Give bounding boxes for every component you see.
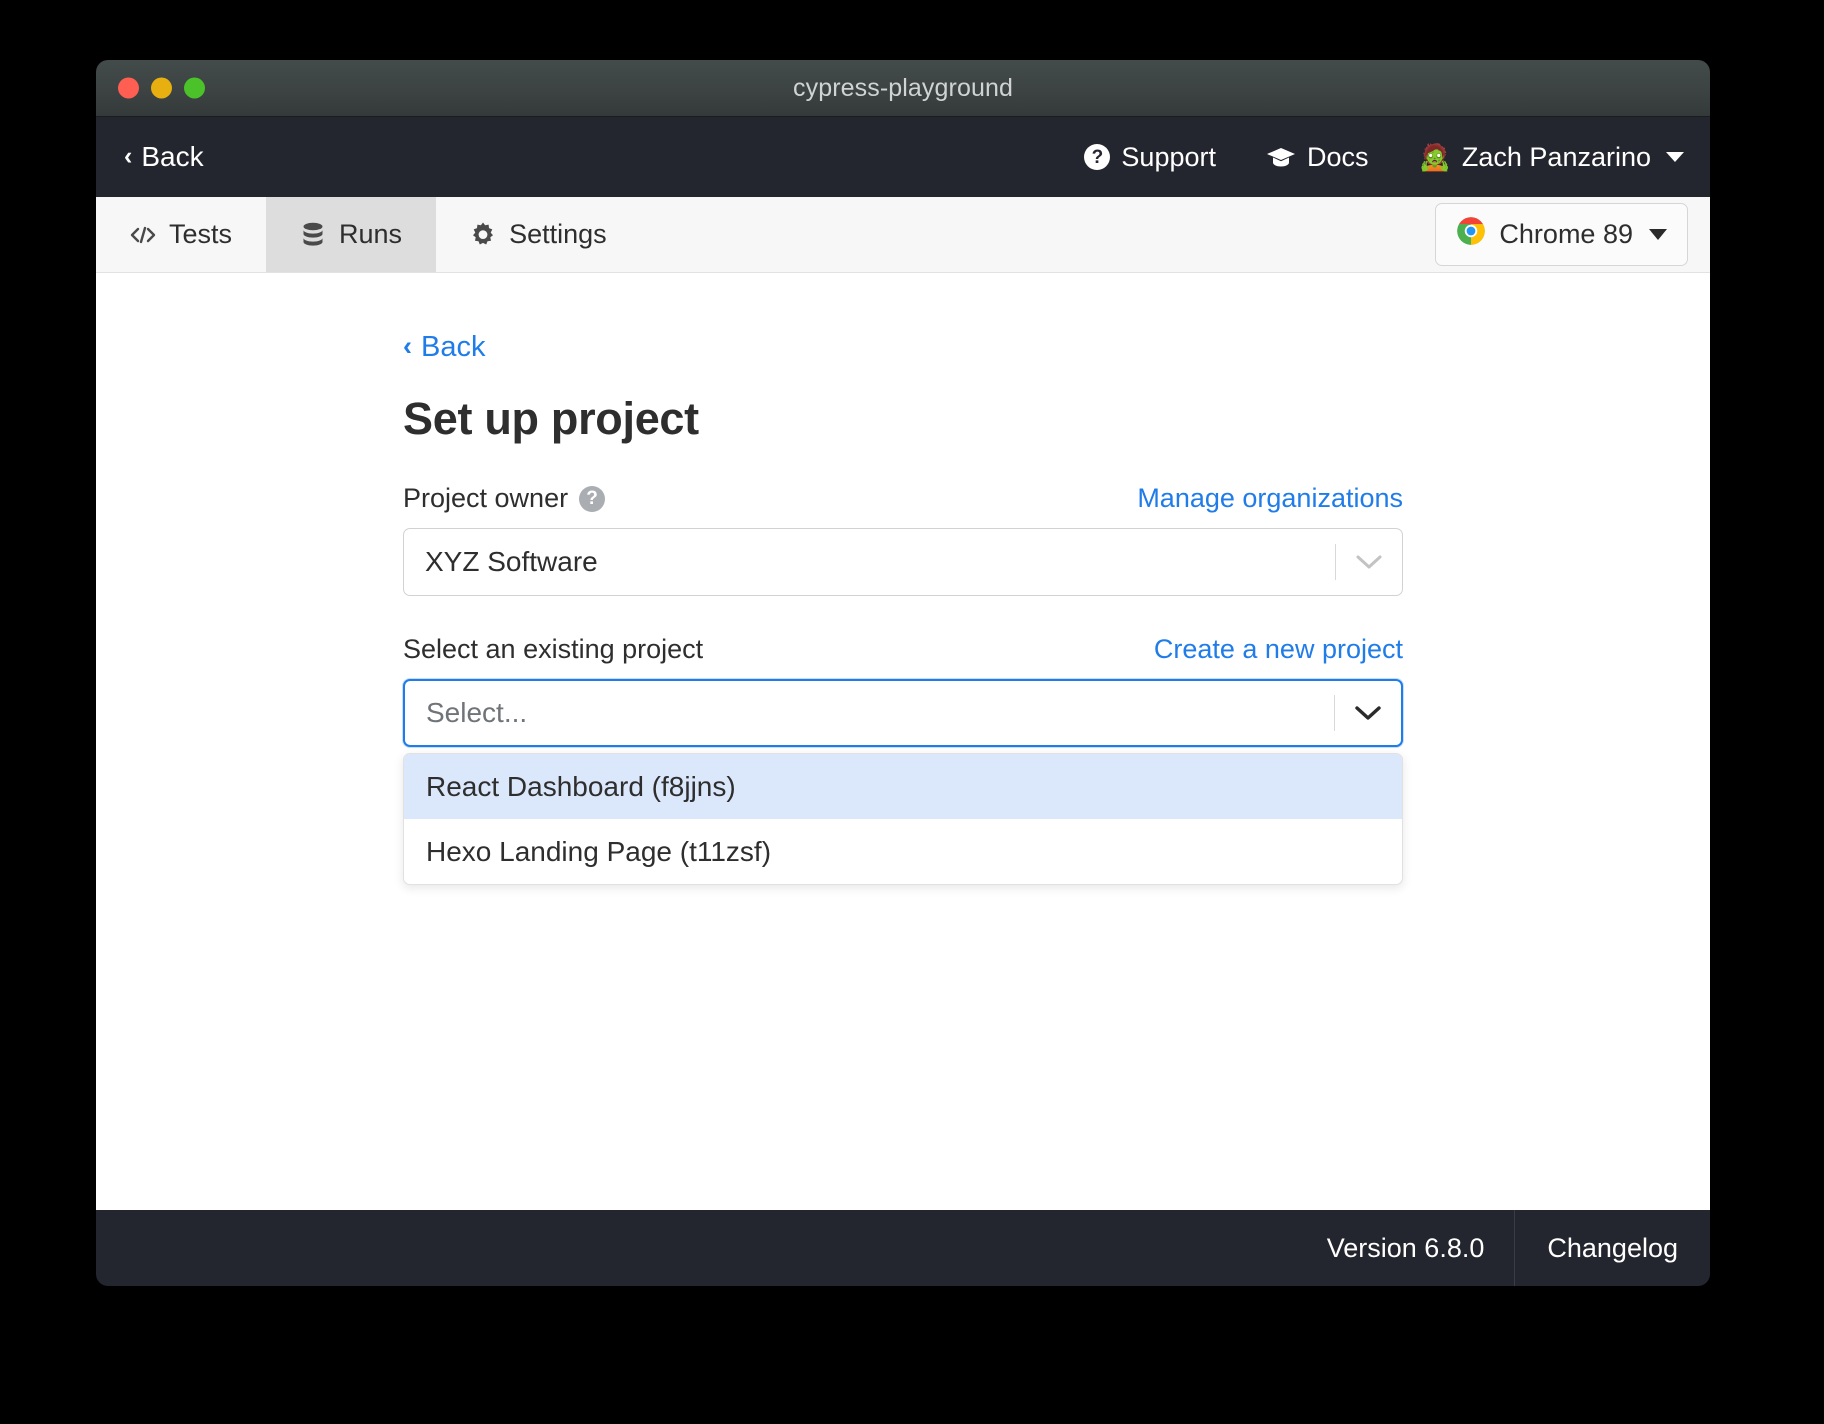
project-select-label: Select an existing project <box>403 634 703 665</box>
docs-link[interactable]: Docs <box>1266 142 1369 173</box>
title-bar: cypress-playground <box>96 60 1710 117</box>
code-icon <box>130 222 156 248</box>
graduation-cap-icon <box>1266 146 1296 168</box>
version-label: Version 6.8.0 <box>1297 1210 1516 1286</box>
database-icon <box>300 222 326 248</box>
tab-runs-label: Runs <box>339 219 402 250</box>
nav-back-button[interactable]: ‹ Back <box>124 141 204 173</box>
create-new-project-link[interactable]: Create a new project <box>1154 634 1403 665</box>
chevron-left-icon: ‹ <box>124 144 132 169</box>
page-title: Set up project <box>403 393 1403 445</box>
project-select[interactable]: Select... <box>403 679 1403 747</box>
support-link[interactable]: ? Support <box>1084 142 1216 173</box>
app-window: cypress-playground ‹ Back ? Support Docs <box>96 60 1710 1286</box>
avatar: 🧟 <box>1419 144 1451 170</box>
minimize-window-button[interactable] <box>151 78 172 99</box>
tab-tests[interactable]: Tests <box>96 197 266 272</box>
main-content: ‹ Back Set up project Project owner ? Ma… <box>96 273 1710 1210</box>
help-circle-icon[interactable]: ? <box>579 486 605 512</box>
project-select-placeholder: Select... <box>405 697 1334 729</box>
chevron-down-icon <box>1649 229 1667 240</box>
list-item[interactable]: React Dashboard (f8jjns) <box>404 754 1402 819</box>
chevron-down-icon <box>1666 152 1684 162</box>
browser-selector[interactable]: Chrome 89 <box>1435 203 1688 266</box>
back-link[interactable]: ‹ Back <box>403 331 485 364</box>
chevron-down-icon[interactable] <box>1336 553 1402 571</box>
user-name-label: Zach Panzarino <box>1462 142 1651 173</box>
nav-back-label: Back <box>141 141 203 173</box>
project-owner-label: Project owner <box>403 483 568 514</box>
project-owner-selected-value: XYZ Software <box>404 546 1335 578</box>
nav-right-group: ? Support Docs 🧟 Zach Panzarino <box>1084 142 1684 173</box>
chrome-icon <box>1456 216 1486 253</box>
project-select-row: Select an existing project Create a new … <box>403 634 1403 665</box>
footer: Version 6.8.0 Changelog <box>96 1210 1710 1286</box>
close-window-button[interactable] <box>118 78 139 99</box>
docs-label: Docs <box>1307 142 1369 173</box>
changelog-link[interactable]: Changelog <box>1515 1210 1710 1286</box>
tab-settings-label: Settings <box>509 219 607 250</box>
window-title: cypress-playground <box>96 74 1710 103</box>
project-select-label-group: Select an existing project <box>403 634 703 665</box>
tab-tests-label: Tests <box>169 219 232 250</box>
list-item[interactable]: Hexo Landing Page (t11zsf) <box>404 819 1402 884</box>
project-dropdown-menu: React Dashboard (f8jjns) Hexo Landing Pa… <box>403 753 1403 885</box>
browser-label: Chrome 89 <box>1499 219 1633 250</box>
project-owner-select[interactable]: XYZ Software <box>403 528 1403 596</box>
user-menu[interactable]: 🧟 Zach Panzarino <box>1419 142 1684 173</box>
support-label: Support <box>1121 142 1216 173</box>
chevron-down-icon[interactable] <box>1335 704 1401 722</box>
gear-icon <box>470 222 496 248</box>
nav-header: ‹ Back ? Support Docs 🧟 Zach Panzarino <box>96 117 1710 197</box>
manage-organizations-link[interactable]: Manage organizations <box>1137 483 1403 514</box>
help-circle-icon: ? <box>1084 144 1110 170</box>
tab-runs[interactable]: Runs <box>266 197 436 272</box>
traffic-lights <box>118 78 205 99</box>
project-owner-label-group: Project owner ? <box>403 483 605 514</box>
tab-bar: Tests Runs Settings <box>96 197 1710 273</box>
chevron-left-icon: ‹ <box>403 333 412 360</box>
maximize-window-button[interactable] <box>184 78 205 99</box>
project-owner-row: Project owner ? Manage organizations <box>403 483 1403 514</box>
tab-settings[interactable]: Settings <box>436 197 641 272</box>
back-link-label: Back <box>421 331 485 364</box>
